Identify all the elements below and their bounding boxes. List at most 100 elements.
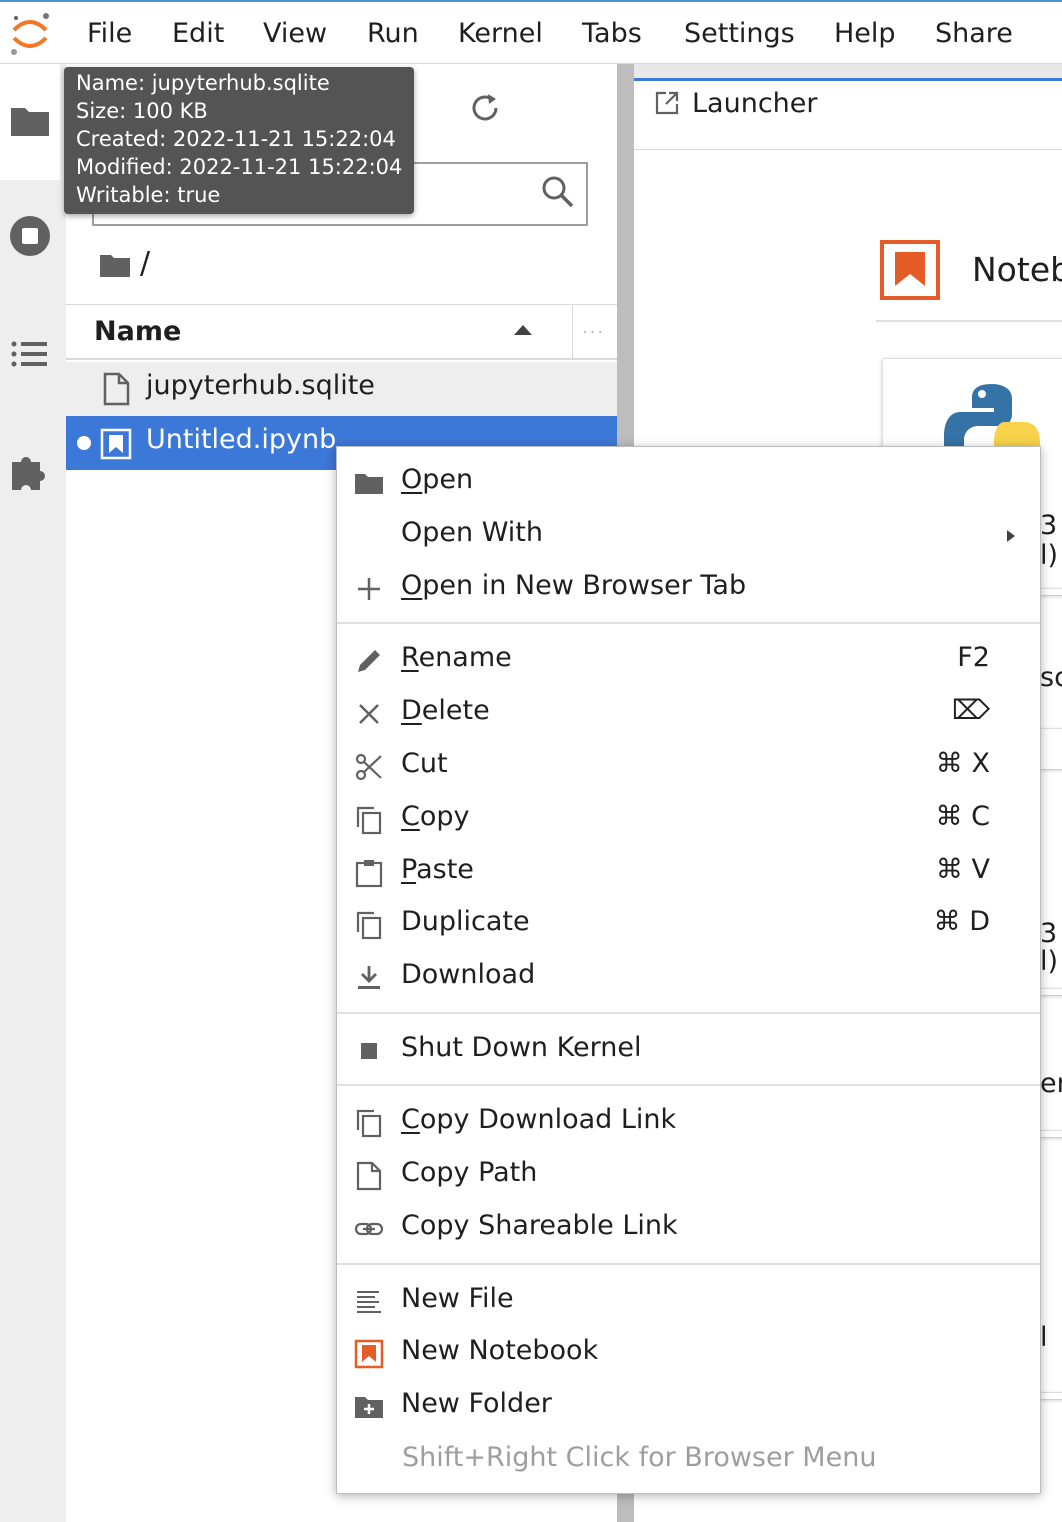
launcher-card-label-fragment: 3 [1040,510,1058,541]
menu-file[interactable]: File [87,18,132,49]
activity-bar [0,64,67,1522]
tab-label: Launcher [692,88,818,119]
launcher-card-edge [1040,1392,1062,1400]
jupyter-logo-icon[interactable] [8,8,52,58]
menu-separator [337,1084,1040,1086]
shortcut: ⌘ D [933,906,990,937]
shortcut: ⌘ X [935,748,990,779]
new-folder-icon [355,1397,383,1418]
notebook-icon [100,428,132,460]
menu-item-label: Copy Shareable Link [401,1210,678,1241]
python-logo-icon [944,384,1040,452]
menu-item-label: Copy Download Link [401,1104,676,1135]
table-of-contents-icon[interactable] [8,332,52,376]
menu-item-shut-down-kernel[interactable]: Shut Down Kernel [337,1024,1040,1076]
mnemonic: O [401,570,423,601]
shortcut: F2 [957,642,990,673]
launcher-card-edge [1040,588,1062,596]
menu-tabs[interactable]: Tabs [582,18,642,49]
menu-item-label: Open [401,464,473,495]
menu-item-copy-download-link[interactable]: Copy Download Link [337,1096,1040,1148]
menu-help[interactable]: Help [834,18,896,49]
menu-item-copy-path[interactable]: Copy Path [337,1149,1040,1201]
menu-item-delete[interactable]: Delete ⌦ [337,687,1040,739]
menu-item-new-file[interactable]: New File [337,1275,1040,1327]
file-info-tooltip: Name: jupyterhub.sqlite Size: 100 KB Cre… [64,67,414,214]
menu-view[interactable]: View [263,18,327,49]
mnemonic: C [401,801,420,832]
submenu-arrow-icon [1007,530,1015,542]
paste-icon [355,860,383,888]
mnemonic: C [401,1104,420,1135]
copy-icon [356,806,382,835]
launcher-section-title-fragment: er [1040,1068,1062,1099]
tooltip-line: Modified: 2022-11-21 15:22:04 [76,155,403,179]
file-name: jupyterhub.sqlite [146,370,375,401]
stop-icon [361,1043,377,1059]
menu-item-label: Copy [401,801,470,832]
running-stop-icon[interactable] [8,214,52,258]
mnemonic: P [401,854,417,885]
pencil-icon [358,650,380,672]
label-rest: pen [422,464,474,495]
menu-item-download[interactable]: Download [337,951,1040,1003]
menu-item-label: Paste [401,854,474,885]
link-icon [354,1222,384,1236]
menu-item-rename[interactable]: Rename F2 [337,634,1040,686]
label-rest: ename [418,642,512,673]
menu-item-label: Cut [401,748,448,779]
shortcut: ⌘ C [935,801,990,832]
menu-item-label: New Notebook [401,1335,599,1366]
menu-edit[interactable]: Edit [172,18,224,49]
launcher-card-label-fragment: l) [1040,540,1059,571]
menu-kernel[interactable]: Kernel [458,18,543,49]
plus-icon [358,578,380,600]
menu-item-label: Rename [401,642,512,673]
label-rest: opy [419,801,470,832]
menu-item-cut[interactable]: Cut ⌘ X [337,740,1040,792]
extension-puzzle-icon[interactable] [8,448,52,492]
breadcrumb[interactable]: / [140,246,150,281]
tooltip-line: Size: 100 KB [76,99,208,123]
menu-item-open-new-tab[interactable]: Open in New Browser Tab [337,562,1040,614]
menu-item-label: Copy Path [401,1157,538,1188]
menu-separator [337,622,1040,624]
file-icon [103,372,130,406]
menu-item-paste[interactable]: Paste ⌘ V [337,846,1040,898]
sort-ascending-icon[interactable] [512,322,534,336]
launcher-card-edge [1040,988,1062,996]
file-name: Untitled.ipynb [146,424,337,455]
folder-icon[interactable] [8,98,52,142]
column-header-name[interactable]: Name [94,316,181,347]
shortcut: ⌦ [951,695,990,726]
menu-item-label: New File [401,1283,514,1314]
menu-item-new-notebook[interactable]: New Notebook [337,1327,1040,1379]
menu-item-label: New Folder [401,1388,552,1419]
more-columns-icon[interactable]: ··· [582,322,605,343]
column-divider[interactable] [572,306,573,358]
menu-item-label: Open in New Browser Tab [401,570,746,601]
launcher-card-edge [1040,728,1062,770]
menu-run[interactable]: Run [367,18,419,49]
menu-item-label: Shut Down Kernel [401,1032,642,1063]
menu-item-duplicate[interactable]: Duplicate ⌘ D [337,898,1040,950]
menu-item-open[interactable]: Open [337,456,1040,508]
duplicate-icon [356,911,382,940]
menu-item-new-folder[interactable]: New Folder [337,1380,1040,1432]
menu-item-copy-shareable-link[interactable]: Copy Shareable Link [337,1202,1040,1254]
notebook-icon [354,1339,384,1369]
shortcut: ⌘ V [935,854,990,885]
label-rest: opy Download Link [419,1104,677,1135]
file-icon [356,1161,382,1191]
menu-item-open-with[interactable]: Open With [337,509,1040,561]
menu-item-label: Open With [401,517,544,548]
breadcrumb-home-folder-icon[interactable] [98,250,132,280]
menu-item-copy[interactable]: Copy ⌘ C [337,793,1040,845]
menu-settings[interactable]: Settings [684,18,795,49]
menu-item-label: Download [401,959,536,990]
menu-share[interactable]: Share [935,18,1013,49]
launcher-card-label-fragment: l [1040,1322,1048,1353]
menu-item-label: Delete [401,695,490,726]
label-rest: elete [421,695,490,726]
refresh-icon[interactable] [466,88,506,128]
